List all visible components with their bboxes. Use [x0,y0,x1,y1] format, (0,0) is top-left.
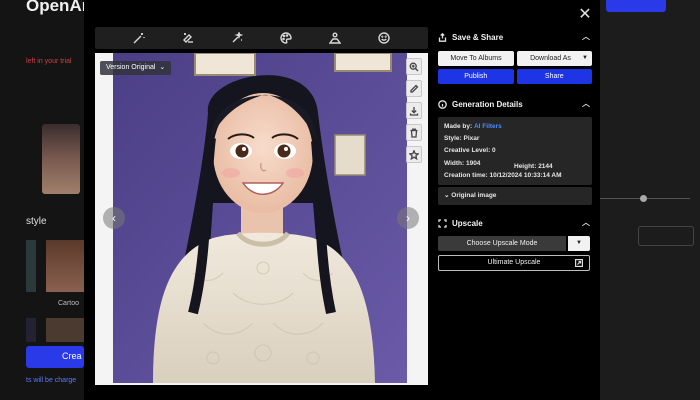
share-button[interactable]: Share [516,69,592,84]
share-icon [438,32,447,42]
expand-icon [438,218,447,228]
height-detail: Height: 2144 [514,163,553,171]
edit-erase-icon[interactable] [180,30,196,46]
chevron-down-icon: ⌄ [444,192,450,199]
zoom-in-icon[interactable] [406,58,422,75]
palette-icon[interactable] [278,30,294,46]
original-image-label: Original image [451,192,497,199]
details-panel: Save & Share ︿ Move To Albums Download A… [438,30,592,271]
made-by-label: Made by: [444,123,473,130]
save-share-header[interactable]: Save & Share ︿ [438,30,592,44]
close-button[interactable]: ✕ [576,6,594,24]
chevron-up-icon[interactable]: ︿ [582,217,590,228]
edit-toolbar [95,27,428,49]
generation-details-header[interactable]: Generation Details ︿ [438,97,592,111]
ultimate-upscale-label: Ultimate Upscale [487,259,541,266]
background-top-button[interactable] [606,0,666,12]
upscale-mode-dropdown-arrow[interactable]: ▼ [568,236,590,251]
version-selector[interactable]: Version Original ⌄ [100,61,172,75]
style-thumbnail[interactable] [26,240,36,292]
upscale-title: Upscale [452,218,483,228]
background-thumbnail [42,124,80,194]
version-label: Version Original [106,64,156,71]
save-share-title: Save & Share [452,32,504,42]
caret-down-icon: ▼ [582,55,588,61]
made-by-link[interactable]: AI Filters [474,123,502,130]
trash-icon[interactable] [406,124,422,141]
star-icon[interactable] [406,146,422,163]
chevron-up-icon[interactable]: ︿ [582,31,590,42]
image-side-toolbar [406,58,424,163]
create-button-label: Crea [62,351,82,361]
charge-note: ts will be charge [26,377,77,384]
move-to-albums-button[interactable]: Move To Albums [438,51,514,66]
download-icon[interactable] [406,102,422,119]
upscale-header[interactable]: Upscale ︿ [438,216,592,230]
publish-button[interactable]: Publish [438,69,514,84]
pencil-icon[interactable] [406,80,422,97]
chevron-down-icon: ⌄ [159,64,166,71]
background-slider-handle[interactable] [640,195,647,202]
info-icon [438,99,447,109]
background-input-box[interactable] [638,226,694,246]
creative-level-detail: Creative Level: 0 [444,147,496,155]
smile-icon[interactable] [376,30,392,46]
generation-details-title: Generation Details [452,99,523,109]
style-thumbnail[interactable] [46,240,84,292]
sparkle-edit-icon[interactable] [229,30,245,46]
external-link-icon [575,259,584,268]
style-heading: style [26,216,47,227]
previous-image-button[interactable]: ‹ [103,207,125,229]
style-thumbnail[interactable] [46,318,84,342]
style-label-cartoon: Cartoo [58,300,80,307]
magic-wand-icon[interactable] [131,30,147,46]
style-thumbnail[interactable] [26,318,36,342]
generation-details-box: Made by: AI Filters Style: Pixar Creativ… [438,117,592,185]
download-as-label: Download As [530,55,571,62]
original-image-toggle[interactable]: ⌄ Original image [438,187,592,205]
choose-upscale-mode-button[interactable]: Choose Upscale Mode [438,236,566,251]
ultimate-upscale-button[interactable]: Ultimate Upscale [438,255,590,271]
chevron-up-icon[interactable]: ︿ [582,98,590,109]
style-detail: Style: Pixar [444,135,480,143]
next-image-button[interactable]: › [397,207,419,229]
download-as-dropdown[interactable]: Download As ▼ [517,51,592,66]
generated-image[interactable] [113,53,407,383]
person-pose-icon[interactable] [327,30,343,46]
trial-hint: left in your trial [26,58,72,65]
background-right-panel [600,0,700,400]
